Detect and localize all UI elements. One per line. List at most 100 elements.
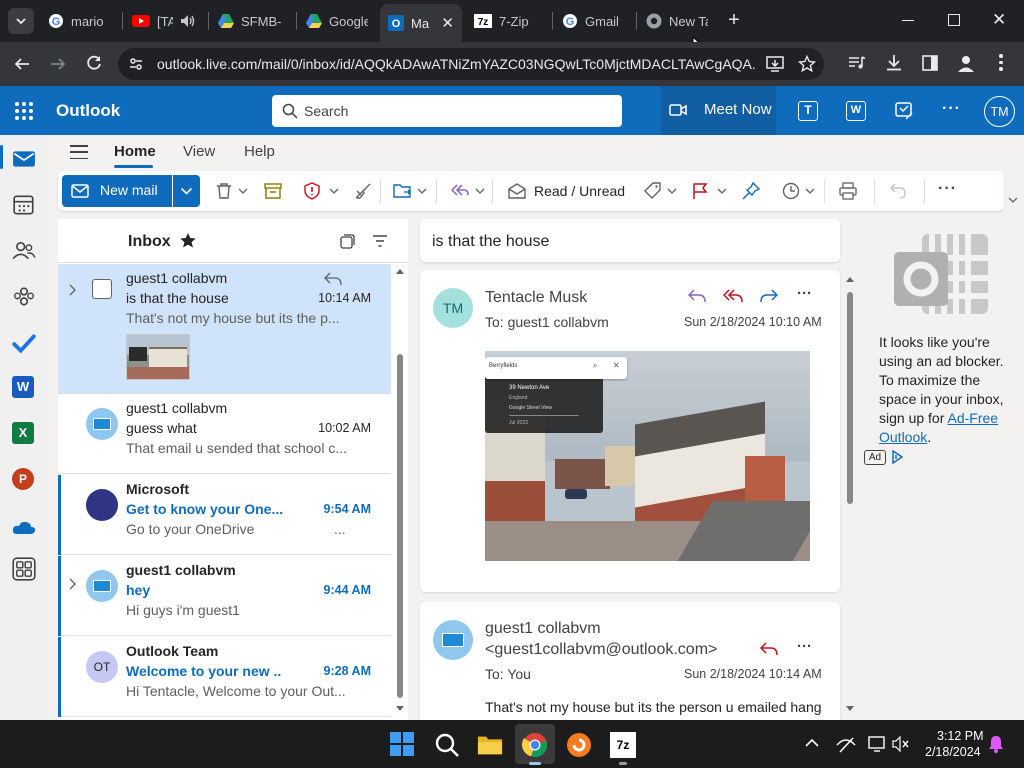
scroll-up-icon[interactable] [846,276,854,282]
restore-icon[interactable] [948,14,960,26]
7zip-icon[interactable]: 7z [610,732,636,758]
new-tab-button[interactable]: + [724,10,744,30]
minimize-icon[interactable] [902,20,914,21]
profile-icon[interactable] [956,53,976,73]
powerpoint-icon[interactable]: P [12,468,34,490]
mail-icon[interactable] [12,147,36,171]
volume-muted-icon[interactable] [892,736,910,752]
reply-icon[interactable] [688,289,706,303]
back-arrow-icon[interactable] [14,56,30,72]
pin-icon[interactable] [742,182,760,200]
browser-tab[interactable]: G Gmail [554,6,634,36]
ad-choices-icon[interactable] [890,450,904,464]
app-icon[interactable] [566,732,592,758]
browser-tab[interactable]: New Ta [638,6,716,36]
message-card[interactable]: TM Tentacle Musk To: guest1 collabvm ···… [420,270,840,592]
chevron-down-icon[interactable] [475,187,485,195]
sender-email[interactable]: <guest1collabvm@outlook.com> [485,641,717,659]
chevron-down-icon[interactable] [717,187,727,195]
avatar[interactable]: TM [984,96,1015,127]
snooze-clock-icon[interactable] [782,182,800,200]
select-checkbox[interactable] [92,279,112,299]
groups-icon[interactable] [12,285,36,309]
expand-ribbon-chevron-icon[interactable] [1008,196,1018,204]
reply-icon[interactable] [760,642,778,656]
list-item-selected[interactable]: guest1 collabvm is that the house 10:14 … [58,264,391,394]
flag-icon[interactable] [692,182,708,200]
chevron-down-icon[interactable] [805,187,815,195]
delete-icon[interactable] [216,182,232,200]
my-day-icon[interactable] [894,101,914,121]
clock-time[interactable]: 3:12 PM [937,729,984,743]
message-card[interactable]: guest1 collabvm <guest1collabvm@outlook.… [420,602,840,732]
more-apps-icon[interactable] [12,557,36,581]
sender-name[interactable]: Tentacle Musk [485,289,587,307]
archive-icon[interactable] [264,183,282,199]
network-icon[interactable] [836,735,856,753]
browser-tab[interactable]: Google [298,6,376,36]
list-item-unread[interactable]: guest1 collabvm hey 9:44 AM Hi guys i'm … [58,556,391,636]
app-launcher-icon[interactable] [15,102,33,120]
url-text[interactable]: outlook.live.com/mail/0/inbox/id/AQQkADA… [157,56,757,72]
site-info-icon[interactable] [128,56,144,72]
browser-tab[interactable]: [TA [124,6,204,36]
clock-date[interactable]: 2/18/2024 [925,745,981,759]
scroll-down-icon[interactable] [846,706,854,712]
chevron-down-icon[interactable] [417,187,427,195]
list-item-unread[interactable]: OT Outlook Team Welcome to your new ... … [58,637,391,717]
chrome-menu-icon[interactable] [999,54,1003,72]
app-name[interactable]: Outlook [56,101,120,121]
scroll-down-icon[interactable] [396,706,404,712]
audio-playing-icon[interactable] [180,14,196,28]
calendar-icon[interactable] [12,193,36,217]
tab-view[interactable]: View [183,143,215,160]
close-window-icon[interactable]: ✕ [992,10,1006,30]
select-mode-icon[interactable] [340,234,355,249]
todo-icon[interactable] [12,331,36,355]
expand-chevron-icon[interactable] [68,578,76,590]
tab-home[interactable]: Home [114,143,156,160]
side-panel-icon[interactable] [922,55,938,71]
notification-bell-icon[interactable] [988,735,1004,753]
teams-icon[interactable]: T [798,101,818,121]
print-icon[interactable] [839,182,857,200]
reply-all-icon[interactable] [450,183,470,199]
windows-start-icon[interactable] [390,732,414,756]
attachment-thumbnail[interactable] [126,334,190,380]
chevron-down-icon[interactable] [238,187,248,195]
list-item-unread[interactable]: Microsoft Get to know your One... 9:54 A… [58,475,391,555]
hamburger-menu-icon[interactable] [70,145,88,159]
street-view-image[interactable]: 39 Newton Ave England Google Street View… [485,351,810,561]
undo-icon[interactable] [889,183,907,199]
word-icon[interactable]: W [12,376,34,398]
chrome-icon[interactable] [522,732,548,758]
browser-tab-active[interactable]: O Ma ✕ [380,4,462,42]
more-options-icon[interactable]: ··· [797,638,812,655]
new-mail-button[interactable]: New mail [62,175,172,207]
chevron-up-icon[interactable] [805,738,819,748]
search-box[interactable]: Search [272,95,622,127]
install-app-icon[interactable] [766,55,784,73]
more-options-icon[interactable]: ··· [942,100,961,118]
sender-name[interactable]: guest1 collabvm [485,620,601,638]
read-unread-button[interactable]: Read / Unread [508,171,625,211]
search-icon[interactable] [434,732,460,758]
chevron-down-icon[interactable] [667,187,677,195]
people-icon[interactable] [12,239,36,263]
move-to-folder-icon[interactable] [393,182,413,200]
onedrive-icon[interactable] [12,515,36,539]
reading-scrollbar[interactable] [844,272,856,718]
bookmark-star-icon[interactable] [798,55,816,73]
scrollbar-thumb[interactable] [847,292,853,504]
office-app-icon[interactable]: W [846,101,866,121]
reload-icon[interactable] [86,55,102,71]
list-item[interactable]: guest1 collabvm guess what 10:02 AM That… [58,394,391,474]
more-actions-icon[interactable]: ··· [938,180,957,198]
forward-arrow-icon[interactable] [50,56,66,72]
media-controls-icon[interactable] [848,55,866,71]
expand-chevron-icon[interactable] [68,284,76,296]
chevron-down-icon[interactable] [329,187,339,195]
browser-tab[interactable]: G mario [40,6,118,36]
scrollbar-thumb[interactable] [397,354,403,698]
browser-tab[interactable]: 7z 7-Zip [466,6,548,36]
